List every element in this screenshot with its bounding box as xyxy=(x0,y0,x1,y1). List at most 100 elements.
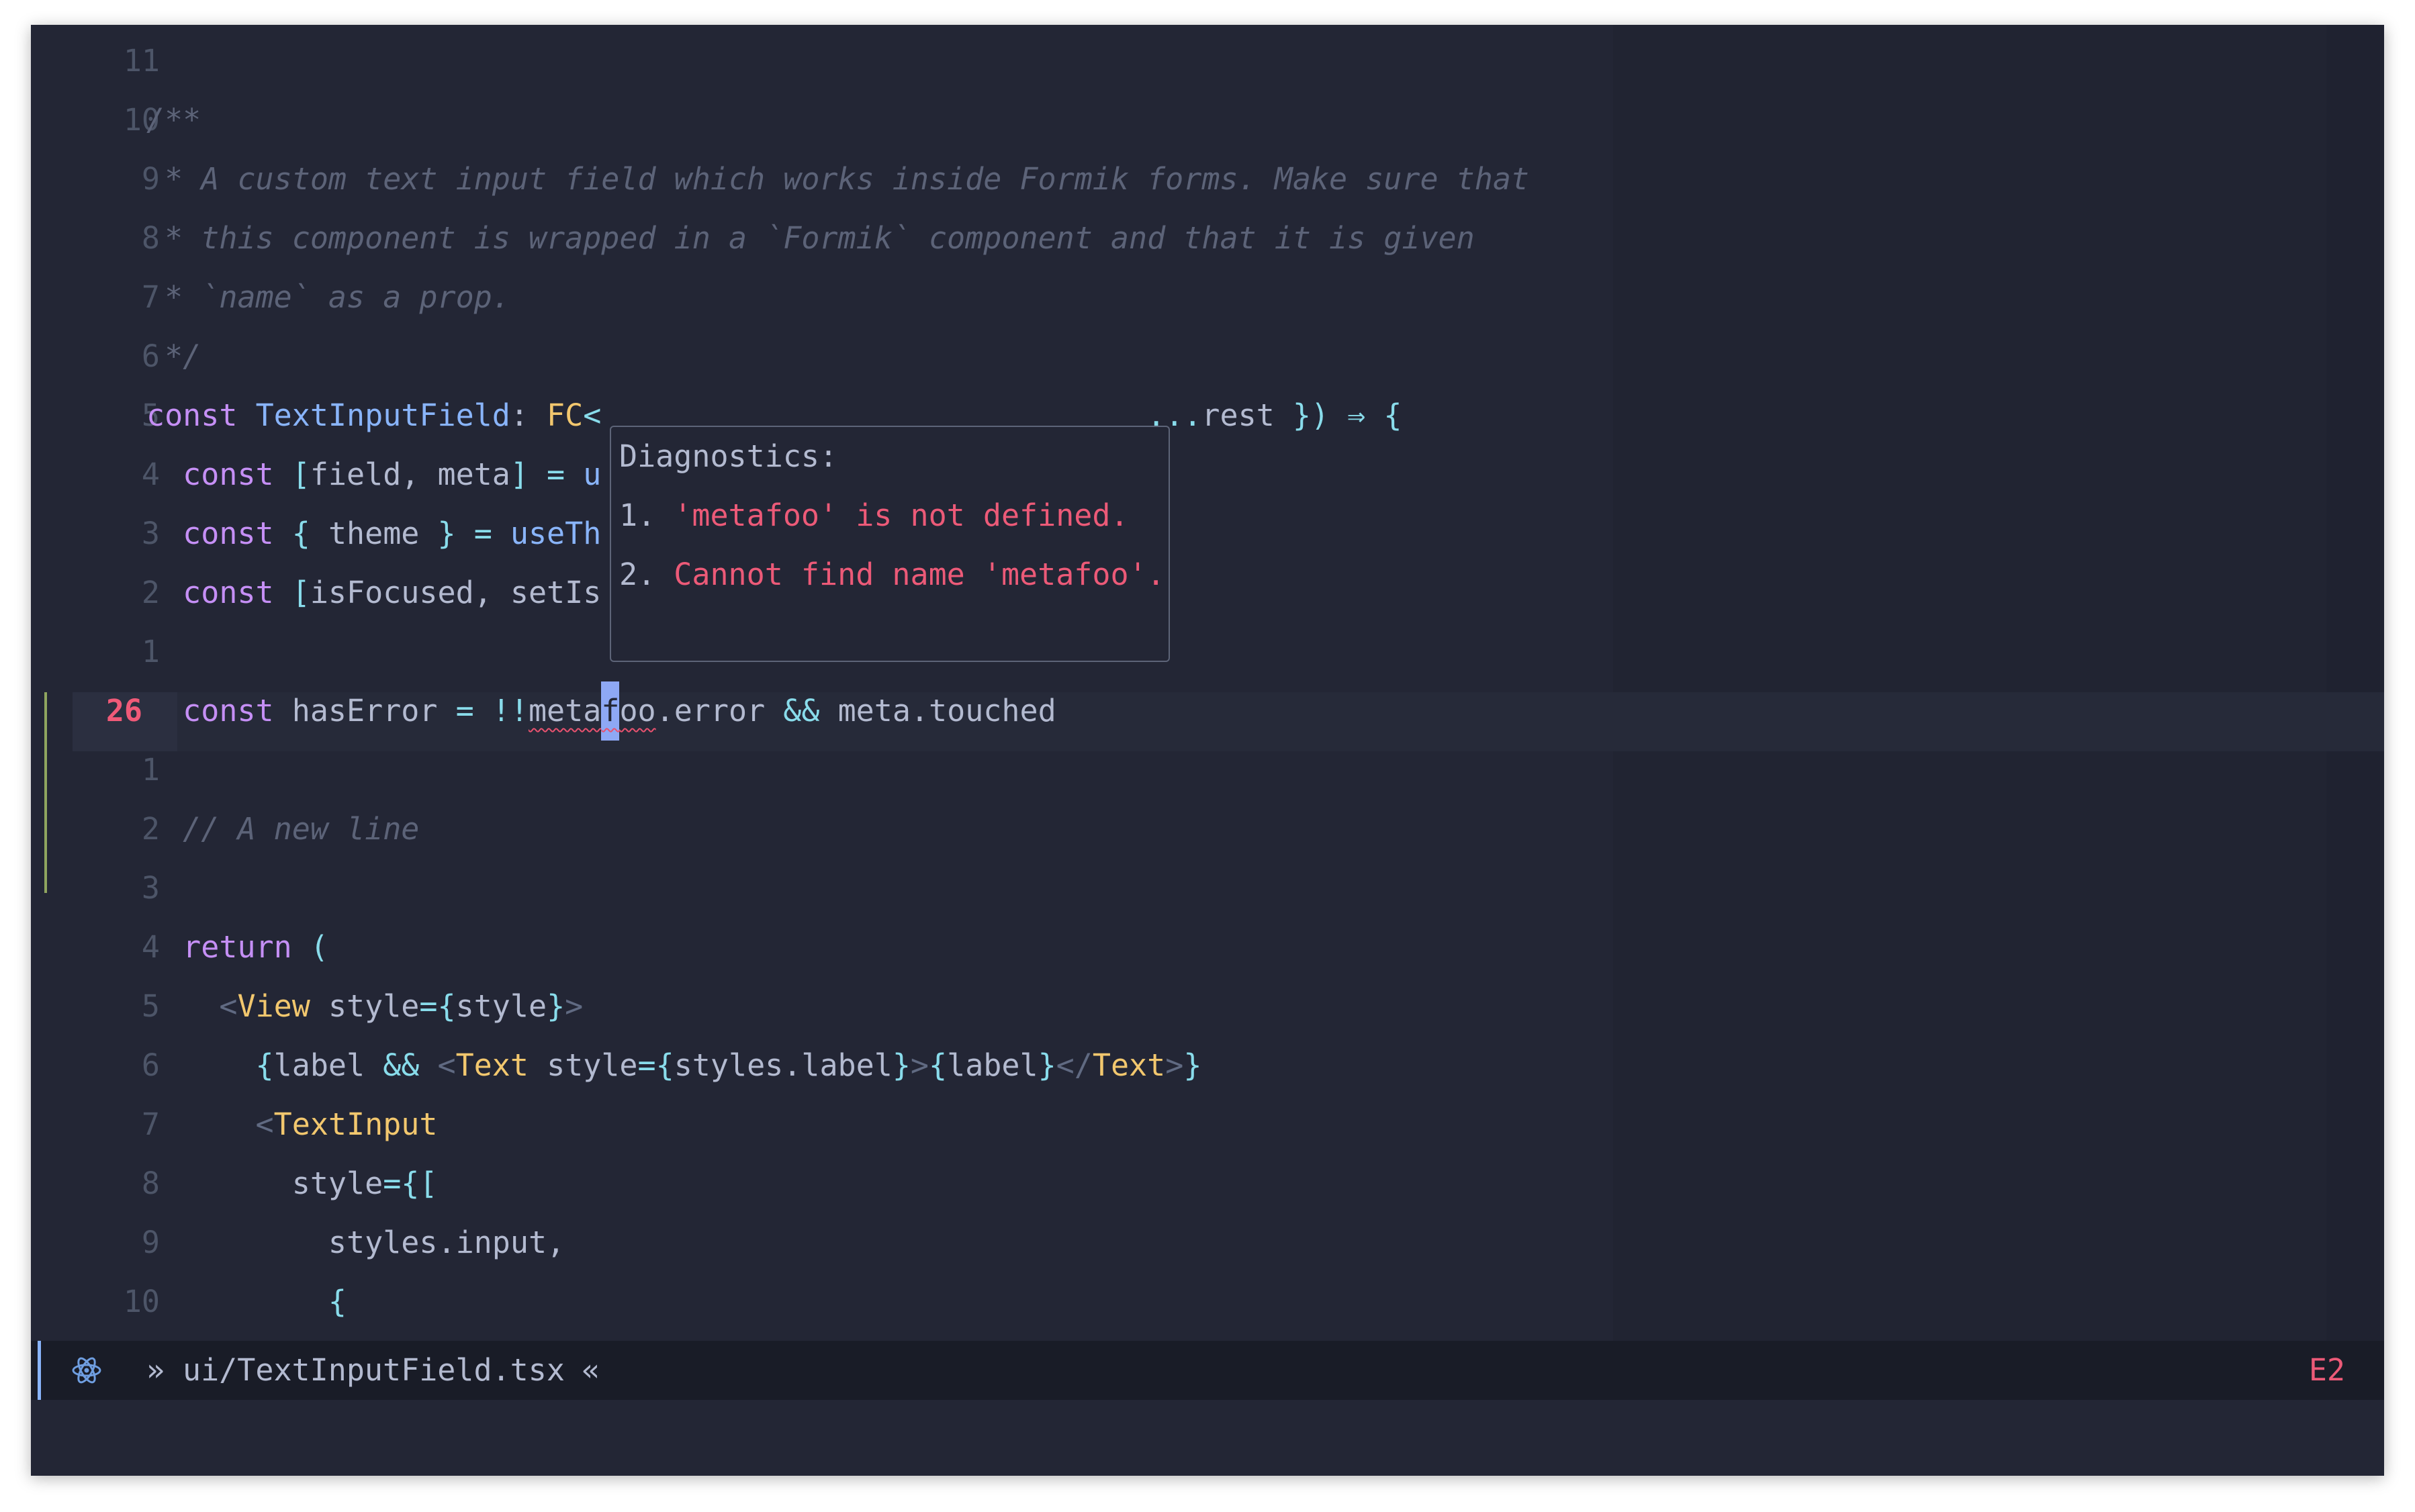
code-token: style xyxy=(547,1047,638,1083)
code-token: }) xyxy=(1292,397,1348,433)
code-token: Text xyxy=(1092,1047,1166,1083)
code-token: Text xyxy=(455,1047,547,1083)
code-token: < xyxy=(146,988,238,1024)
code-token: { xyxy=(146,1047,274,1083)
code-token: * `name` as a prop. xyxy=(146,279,510,315)
diagnostic-number: 1. xyxy=(619,498,674,533)
code-token: label xyxy=(273,1047,383,1083)
code-editor[interactable]: 11 10/** 9 * A custom text input field whi… xyxy=(31,25,2384,1476)
line-number: 1 xyxy=(141,634,160,669)
code-token: > xyxy=(910,1047,929,1083)
line-code[interactable]: { xyxy=(146,1272,347,1331)
code-token: meta.touched xyxy=(837,693,1056,728)
diagnostic-item: 2. Cannot find name 'metafoo'. xyxy=(619,545,1165,604)
line-code[interactable]: {label && <Text style={styles.label}>{la… xyxy=(146,1036,1202,1095)
code-token: .error xyxy=(655,693,784,728)
line-number: 1 xyxy=(141,752,160,788)
line-number: 11 xyxy=(123,43,160,79)
code-token: const xyxy=(146,516,292,551)
code-token: TextInput xyxy=(273,1106,438,1142)
line-code[interactable]: styles.input, xyxy=(146,1213,565,1272)
line-code[interactable]: <TextInput xyxy=(146,1095,438,1154)
code-token: ( xyxy=(310,929,328,965)
code-token: return xyxy=(146,929,310,965)
code-token: ] xyxy=(510,457,547,492)
code-token: label xyxy=(947,1047,1038,1083)
line-code[interactable]: /** xyxy=(146,91,201,150)
code-token: { xyxy=(146,1284,347,1319)
code-token: = xyxy=(547,457,584,492)
line-code[interactable]: * this component is wrapped in a `Formik… xyxy=(146,209,1475,268)
code-token: = xyxy=(473,516,510,551)
code-token: < xyxy=(437,1047,456,1083)
code-token: > xyxy=(1165,1047,1184,1083)
line-code[interactable]: style={[ xyxy=(146,1154,438,1213)
code-token: styles.input, xyxy=(146,1225,565,1260)
status-bar: » ui/TextInputField.tsx « E2 xyxy=(31,1341,2384,1400)
code-token: FC xyxy=(547,397,584,433)
line-code[interactable]: // A new line xyxy=(146,800,419,859)
code-token: hasError xyxy=(291,693,456,728)
code-token: TextInputField xyxy=(255,397,510,433)
diagnostic-item: 1. 'metafoo' is not defined. xyxy=(619,486,1129,545)
code-token: !! xyxy=(492,693,529,728)
code-token: isFocused, setIs xyxy=(310,575,602,610)
code-token: && xyxy=(783,693,838,728)
code-token: * A custom text input field which works … xyxy=(146,161,1530,197)
scrollbar[interactable] xyxy=(2326,25,2384,1341)
code-token: useTh xyxy=(510,516,602,551)
line-code[interactable]: * `name` as a prop. xyxy=(146,268,510,327)
code-token: } xyxy=(547,988,565,1024)
diagnostics-popup: Diagnostics: 1. 'metafoo' is not defined… xyxy=(610,426,1170,662)
line-code[interactable]: <View style={style}> xyxy=(146,977,583,1036)
code-token: } xyxy=(1038,1047,1056,1083)
file-path[interactable]: ui/TextInputField.tsx xyxy=(183,1341,565,1400)
code-token: > xyxy=(565,988,584,1024)
code-token: styles.label xyxy=(674,1047,893,1083)
line-code[interactable]: const { theme } = useTh xyxy=(146,504,601,563)
code-token: oo xyxy=(619,693,656,728)
code-token: meta xyxy=(528,693,602,728)
code-token: = xyxy=(455,693,492,728)
code-token: ⇒ xyxy=(1347,397,1384,433)
line-code[interactable]: * A custom text input field which works … xyxy=(146,150,1529,209)
code-token: < xyxy=(146,1106,274,1142)
code-token: field, meta xyxy=(310,457,510,492)
code-token: * this component is wrapped in a `Formik… xyxy=(146,220,1475,256)
code-token: } xyxy=(437,516,474,551)
code-token: { xyxy=(1383,397,1402,433)
diagnostics-title: Diagnostics: xyxy=(619,438,838,474)
diagnostic-message: 'metafoo' is not defined. xyxy=(674,498,1129,533)
text-cursor: f xyxy=(601,681,620,741)
code-token: ={ xyxy=(637,1047,674,1083)
git-added-indicator xyxy=(44,692,47,893)
line-code[interactable]: */ xyxy=(146,327,201,386)
code-token: style xyxy=(146,1166,383,1201)
line-number: 26 xyxy=(105,693,142,728)
code-token: rest xyxy=(1201,397,1293,433)
code-token: u xyxy=(583,457,602,492)
code-token: /** xyxy=(146,102,201,138)
line-code[interactable]: return ( xyxy=(146,918,328,977)
line-code[interactable]: const [isFocused, setIs xyxy=(146,563,601,622)
code-token: // A new line xyxy=(146,811,420,847)
mode-indicator xyxy=(38,1341,41,1400)
line-code[interactable]: const [field, meta] = u xyxy=(146,445,601,504)
diagnostic-message: Cannot find name 'metafoo'. xyxy=(674,557,1165,592)
error-count-badge[interactable]: E2 xyxy=(2309,1341,2345,1400)
code-token: ={ xyxy=(419,988,456,1024)
file-marker-right: « xyxy=(582,1352,600,1388)
code-token: : xyxy=(510,397,547,433)
code-token: style xyxy=(328,988,420,1024)
diagnostic-number: 2. xyxy=(619,557,674,592)
code-token: } xyxy=(892,1047,911,1083)
line-code[interactable]: const hasError = !!metafoo.error && meta… xyxy=(146,681,1056,741)
editor-right-region xyxy=(1613,25,2384,1341)
code-token: const xyxy=(146,575,292,610)
code-token: theme xyxy=(328,516,438,551)
code-token: */ xyxy=(146,338,201,374)
file-marker-left: » xyxy=(146,1352,165,1388)
code-token: } xyxy=(1183,1047,1202,1083)
code-token: const xyxy=(146,693,292,728)
code-token: [ xyxy=(291,457,310,492)
